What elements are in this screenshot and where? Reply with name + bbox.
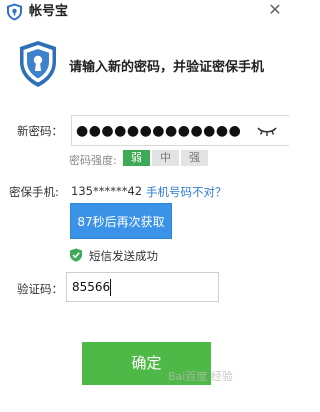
- security-phone-number: 135******42: [71, 184, 143, 198]
- verification-code-value: 85566: [72, 280, 111, 294]
- shield-keyhole-icon: [20, 41, 56, 87]
- wrong-phone-link[interactable]: 手机号码不对？: [146, 184, 227, 200]
- sms-status-text: 短信发送成功: [89, 249, 158, 263]
- window-title: 帐号宝: [29, 4, 69, 19]
- title-bar: 帐号宝 ✕: [0, 0, 292, 24]
- check-shield-icon: [70, 248, 82, 262]
- shield-lock-icon: [7, 3, 22, 21]
- resend-code-button[interactable]: 87秒后再次获取: [70, 203, 172, 239]
- new-password-input[interactable]: ●●●●●●●●●●●●●: [71, 115, 289, 146]
- text-caret: [110, 279, 111, 296]
- security-phone-label: 密保手机:: [9, 185, 59, 199]
- strength-weak: 弱: [123, 150, 150, 166]
- password-masked-value: ●●●●●●●●●●●●●: [76, 123, 242, 139]
- instruction-heading: 请输入新的密码，并验证密保手机: [69, 60, 265, 75]
- close-icon[interactable]: ✕: [266, 1, 284, 19]
- verification-code-input[interactable]: 85566: [66, 272, 219, 302]
- watermark: Bai百度 经验: [168, 370, 233, 383]
- strength-strong: 强: [181, 150, 208, 166]
- strength-medium: 中: [152, 150, 179, 166]
- eye-closed-icon[interactable]: [257, 124, 277, 138]
- password-strength-label: 密码强度:: [69, 154, 117, 167]
- new-password-label: 新密码：: [17, 124, 63, 138]
- verification-code-label: 验证码：: [17, 282, 63, 296]
